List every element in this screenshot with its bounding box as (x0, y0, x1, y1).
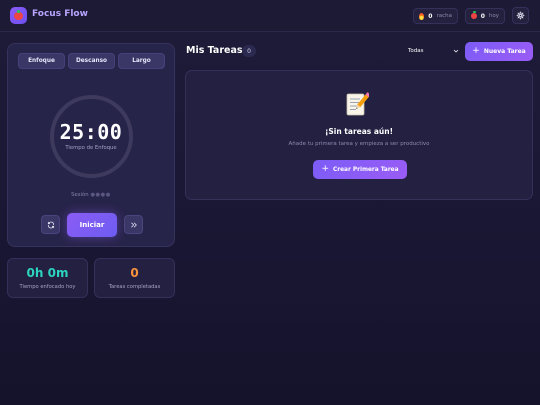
double-chevron-right-icon (130, 222, 137, 227)
empty-tasks-card: ¡Sin tareas aún! Añade tu primera tarea … (185, 70, 533, 200)
plus-icon: + (472, 46, 480, 56)
skip-button[interactable] (124, 215, 143, 234)
empty-state-text: Añade tu primera tarea y empieza a ser p… (288, 141, 430, 147)
streak-badge: 0 racha (413, 8, 458, 24)
timer-display: 25:00 (59, 120, 123, 144)
completed-tasks-value: 0 (130, 266, 139, 280)
plus-icon: + (321, 164, 330, 174)
start-button[interactable]: Iniciar (67, 213, 117, 237)
empty-state-title: ¡Sin tareas aún! (324, 127, 394, 136)
new-task-button[interactable]: + Nueva Tarea (465, 42, 533, 61)
mode-focus-button[interactable]: Enfoque (18, 53, 65, 69)
mode-long-break-button[interactable]: Largo (118, 53, 165, 69)
gear-icon (516, 11, 525, 20)
today-badge: 0 hoy (465, 8, 505, 24)
task-count-badge: 0 (242, 45, 256, 57)
app-header: Focus Flow 0 racha 0 hoy (0, 0, 540, 32)
app-title: Focus Flow (32, 9, 88, 19)
session-dots: ●●●● (90, 192, 111, 198)
today-label: hoy (488, 13, 499, 19)
focused-time-card: 0h 0m Tiempo enfocado hoy (7, 258, 88, 298)
streak-count: 0 (428, 12, 433, 20)
app-logo (10, 7, 27, 24)
chevron-down-icon (453, 49, 459, 53)
filter-selected-value: Todas (408, 48, 424, 54)
tomato-icon (471, 11, 477, 19)
today-count: 0 (480, 12, 485, 20)
streak-label: racha (436, 13, 452, 19)
create-first-task-label: Crear Primera Tarea (333, 166, 399, 173)
settings-button[interactable] (512, 7, 529, 24)
timer-card: Enfoque Descanso Largo 25:00 Tiempo de E… (7, 43, 175, 247)
mode-short-break-button[interactable]: Descanso (68, 53, 115, 69)
completed-tasks-card: 0 Tareas completadas (94, 258, 175, 298)
timer-mode-label: Tiempo de Enfoque (65, 145, 117, 151)
focused-time-label: Tiempo enfocado hoy (19, 284, 76, 290)
new-task-label: Nueva Tarea (483, 48, 526, 55)
flame-icon (419, 12, 425, 20)
session-label: Sesión (71, 192, 89, 198)
focused-time-value: 0h 0m (26, 266, 69, 280)
create-first-task-button[interactable]: + Crear Primera Tarea (313, 160, 407, 179)
tomato-icon (14, 9, 23, 20)
reset-icon (47, 221, 54, 228)
completed-tasks-label: Tareas completadas (108, 284, 161, 290)
tasks-title: Mis Tareas (186, 45, 243, 56)
reset-button[interactable] (41, 215, 60, 234)
session-indicator: Sesión ●●●● (8, 192, 174, 198)
task-filter-select[interactable]: Todas (403, 44, 461, 58)
memo-icon (346, 92, 369, 116)
